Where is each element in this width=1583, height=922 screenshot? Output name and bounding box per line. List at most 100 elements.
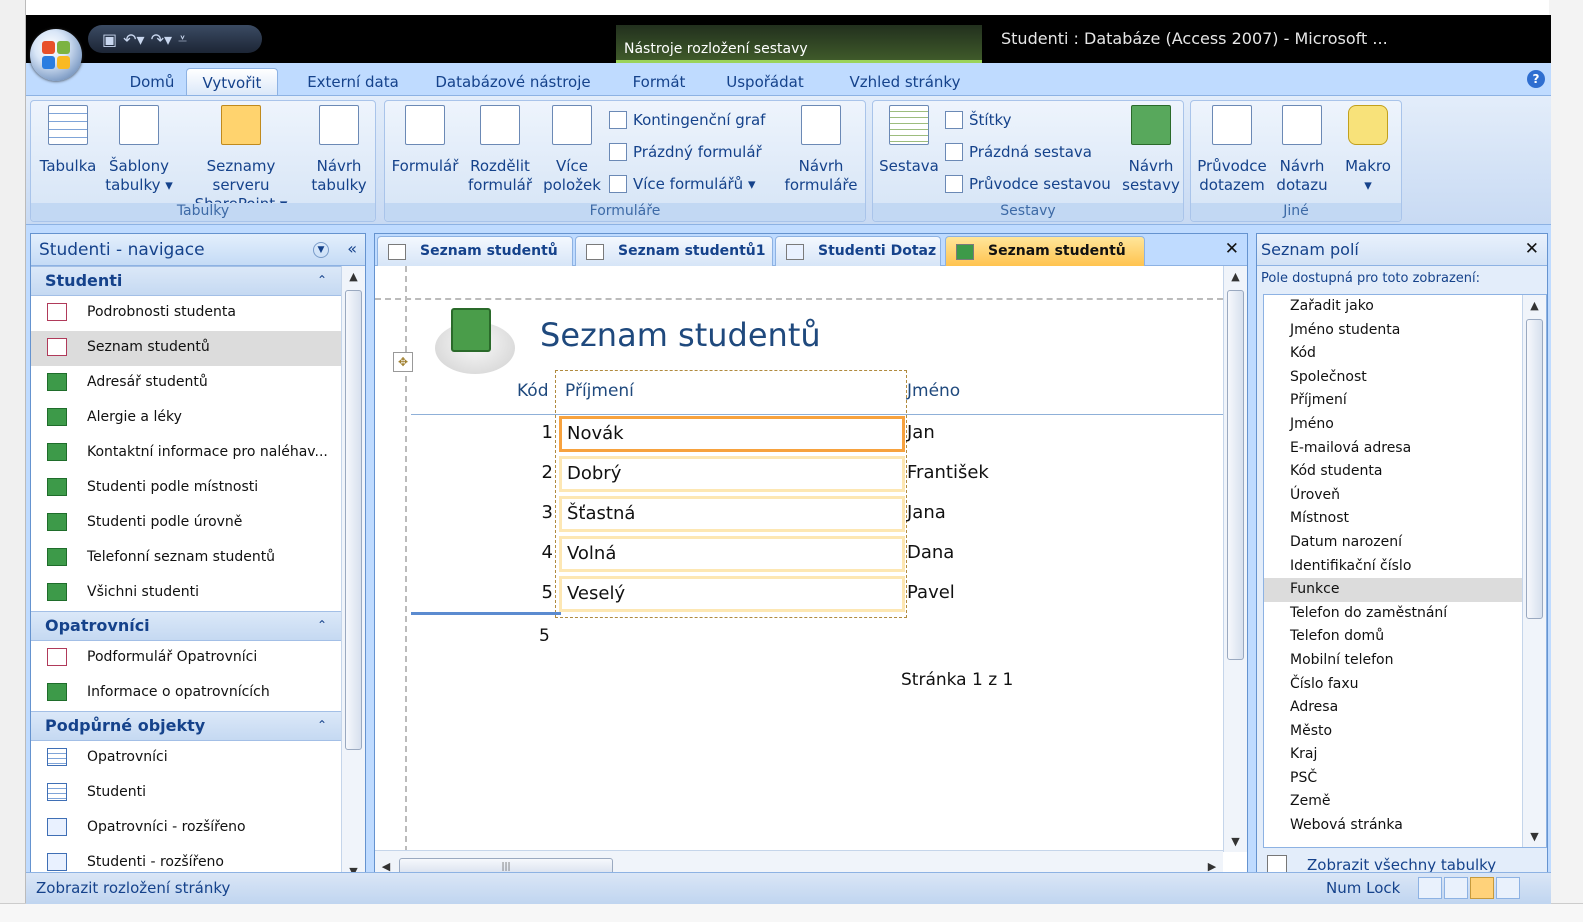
cell-jmeno[interactable]: Pavel: [907, 582, 955, 603]
field-item[interactable]: Kód studenta: [1264, 460, 1546, 484]
chevron-up-icon[interactable]: ⌃: [317, 618, 327, 632]
cell-jmeno[interactable]: Dana: [907, 542, 954, 563]
field-item[interactable]: Kód: [1264, 342, 1546, 366]
cell-jmeno[interactable]: Jana: [907, 502, 946, 523]
document-tab[interactable]: Seznam studentů: [377, 236, 573, 266]
field-item[interactable]: Funkce: [1264, 578, 1546, 602]
ribbon-tab[interactable]: Formát: [620, 68, 698, 95]
cell-jmeno[interactable]: František: [907, 462, 989, 483]
navrh-formulare-button[interactable]: Návrh formuláře: [781, 105, 861, 195]
header-jmeno[interactable]: Jméno: [907, 381, 960, 401]
ribbon-tab[interactable]: Uspořádat: [716, 68, 814, 95]
navrh-dotazu-button[interactable]: Návrh dotazu: [1271, 105, 1333, 195]
vice-formularu-button[interactable]: Více formulářů ▾: [609, 175, 755, 193]
field-item[interactable]: Jméno: [1264, 413, 1546, 437]
nav-item[interactable]: Všichni studenti: [31, 576, 343, 611]
chevron-up-icon[interactable]: ⌃: [317, 718, 327, 732]
nav-item[interactable]: Studenti podle úrovně: [31, 506, 343, 541]
nav-item[interactable]: Opatrovníci - rozšířeno: [31, 811, 343, 846]
nav-item[interactable]: Seznam studentů: [31, 331, 343, 366]
scroll-thumb[interactable]: [1526, 319, 1543, 619]
design-view-icon[interactable]: [1496, 877, 1520, 899]
field-item[interactable]: Mobilní telefon: [1264, 649, 1546, 673]
scroll-thumb[interactable]: [345, 290, 362, 750]
navrh-tabulky-button[interactable]: Návrh tabulky: [307, 105, 371, 195]
record-count[interactable]: 5: [539, 626, 550, 646]
header-prijmeni[interactable]: Příjmení: [565, 381, 634, 401]
cell-kod[interactable]: 2: [531, 462, 553, 483]
cell-prijmeni[interactable]: Volná: [559, 536, 905, 572]
field-item[interactable]: Úroveň: [1264, 484, 1546, 508]
navigation-scrollbar[interactable]: ▲ ▼: [341, 266, 365, 882]
field-item[interactable]: Webová stránka: [1264, 814, 1546, 838]
nav-item[interactable]: Studenti podle místnosti: [31, 471, 343, 506]
scroll-up-icon[interactable]: ▲: [342, 270, 365, 283]
nav-item[interactable]: Kontaktní informace pro naléhav...: [31, 436, 343, 471]
page-number[interactable]: Stránka 1 z 1: [901, 670, 1013, 690]
nav-item[interactable]: Adresář studentů: [31, 366, 343, 401]
customize-qat-icon[interactable]: ⩡: [178, 29, 187, 49]
office-button[interactable]: [30, 29, 82, 81]
cell-kod[interactable]: 4: [531, 542, 553, 563]
nav-category[interactable]: Opatrovníci ⌃: [31, 611, 343, 641]
cell-kod[interactable]: 3: [531, 502, 553, 523]
ribbon-tab[interactable]: Domů: [122, 68, 182, 95]
undo-icon[interactable]: ↶▾: [123, 30, 144, 49]
collapse-pane-icon[interactable]: «: [347, 239, 357, 258]
cell-prijmeni[interactable]: Novák: [559, 416, 905, 452]
field-item[interactable]: Místnost: [1264, 507, 1546, 531]
field-item[interactable]: Identifikační číslo: [1264, 555, 1546, 579]
scroll-down-icon[interactable]: ▼: [1523, 830, 1546, 843]
report-view-icon[interactable]: [1418, 877, 1442, 899]
field-item[interactable]: Telefon domů: [1264, 625, 1546, 649]
close-document-icon[interactable]: ✕: [1225, 239, 1239, 259]
field-item[interactable]: PSČ: [1264, 767, 1546, 791]
help-icon[interactable]: ?: [1527, 70, 1545, 88]
ribbon-tab[interactable]: Externí data: [288, 68, 418, 95]
field-item[interactable]: Země: [1264, 790, 1546, 814]
document-tab[interactable]: Studenti Dotaz: [775, 236, 941, 266]
ribbon-tab[interactable]: Databázové nástroje: [424, 68, 602, 95]
field-item[interactable]: E-mailová adresa: [1264, 437, 1546, 461]
kontingencni-graf-button[interactable]: Kontingenční graf: [609, 111, 765, 129]
makro-button[interactable]: Makro ▾: [1337, 105, 1399, 195]
field-item[interactable]: Datum narození: [1264, 531, 1546, 555]
layout-view-icon[interactable]: [1470, 877, 1494, 899]
formular-button[interactable]: Formulář: [389, 105, 461, 176]
close-field-list-icon[interactable]: ✕: [1525, 239, 1539, 259]
field-item[interactable]: Město: [1264, 720, 1546, 744]
field-item[interactable]: Příjmení: [1264, 389, 1546, 413]
vice-polozek-button[interactable]: Více položek: [539, 105, 605, 195]
rozdelit-formular-button[interactable]: Rozdělit formulář: [465, 105, 535, 195]
ribbon-tab[interactable]: Vzhled stránky: [834, 68, 976, 95]
field-item[interactable]: Jméno studenta: [1264, 319, 1546, 343]
field-item[interactable]: Číslo faxu: [1264, 673, 1546, 697]
cell-kod[interactable]: 1: [531, 422, 553, 443]
scroll-thumb[interactable]: [1227, 290, 1244, 660]
field-item[interactable]: Adresa: [1264, 696, 1546, 720]
nav-item[interactable]: Telefonní seznam studentů: [31, 541, 343, 576]
sablony-tabulky-button[interactable]: Šablony tabulky ▾: [103, 105, 175, 195]
ribbon-tab[interactable]: Vytvořit: [186, 68, 278, 95]
stitky-button[interactable]: Štítky: [945, 111, 1011, 129]
prazdny-formular-button[interactable]: Prázdný formulář: [609, 143, 762, 161]
cell-jmeno[interactable]: Jan: [907, 422, 935, 443]
pruvodce-sestavou-button[interactable]: Průvodce sestavou: [945, 175, 1111, 193]
nav-item[interactable]: Alergie a léky: [31, 401, 343, 436]
nav-item[interactable]: Opatrovníci: [31, 741, 343, 776]
nav-category[interactable]: Podpůrné objekty ⌃: [31, 711, 343, 741]
document-vertical-scrollbar[interactable]: ▲ ▼: [1223, 266, 1247, 852]
document-tab[interactable]: Seznam studentů1: [575, 236, 773, 266]
navrh-sestavy-button[interactable]: Návrh sestavy: [1121, 105, 1181, 195]
cell-prijmeni[interactable]: Veselý: [559, 576, 905, 612]
sharepoint-lists-button[interactable]: Seznamy serveru SharePoint ▾: [179, 105, 303, 214]
field-item[interactable]: Kraj: [1264, 743, 1546, 767]
field-list-scrollbar[interactable]: ▲ ▼: [1522, 295, 1546, 847]
cell-prijmeni[interactable]: Šťastná: [559, 496, 905, 532]
field-item[interactable]: Telefon do zaměstnání: [1264, 602, 1546, 626]
sestava-button[interactable]: Sestava: [877, 105, 941, 176]
scroll-up-icon[interactable]: ▲: [1523, 299, 1546, 312]
nav-item[interactable]: Podrobnosti studenta: [31, 296, 343, 331]
field-item[interactable]: Společnost: [1264, 366, 1546, 390]
chevron-down-icon[interactable]: ▼: [313, 242, 329, 258]
